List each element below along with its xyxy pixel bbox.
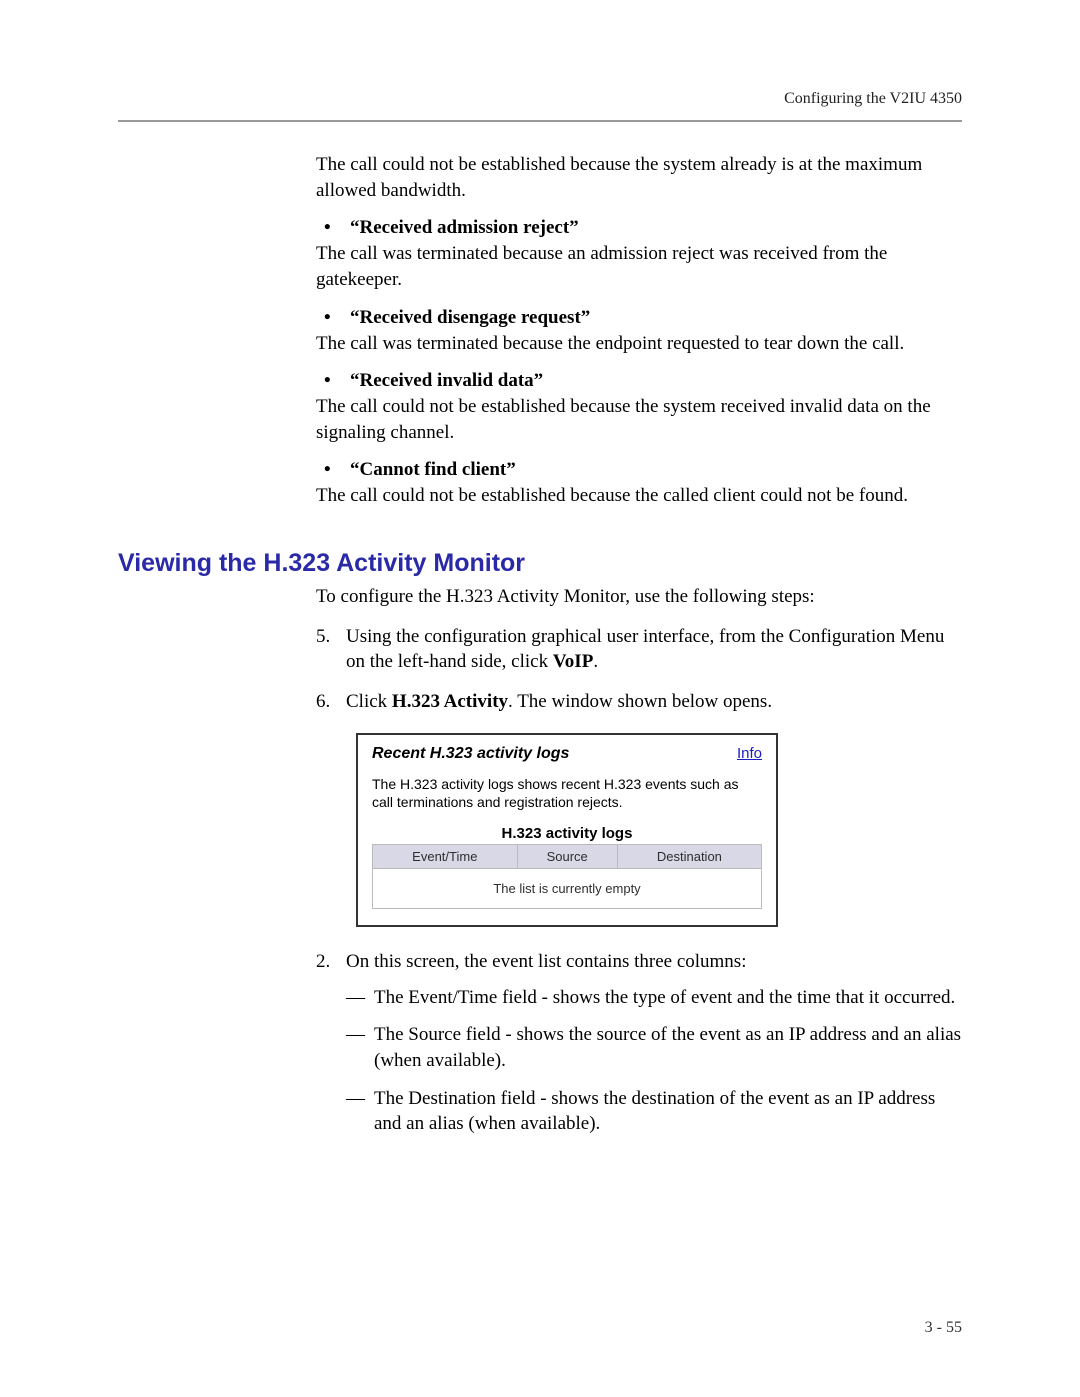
step-text-pre: Click [346, 691, 392, 712]
message-desc: The call could not be established becaus… [316, 394, 962, 445]
step-text-pre: Using the configuration graphical user i… [346, 626, 944, 673]
sub-item: The Event/Time field - shows the type of… [346, 985, 962, 1011]
step-item: On this screen, the event list contains … [316, 949, 962, 1137]
message-title: “Received admission reject” [350, 217, 579, 238]
section-heading: Viewing the H.323 Activity Monitor [118, 549, 962, 578]
sub-item: The Destination field - shows the destin… [346, 1086, 962, 1137]
step-item: Using the configuration graphical user i… [316, 624, 962, 675]
table-header-destination: Destination [617, 845, 761, 869]
document-page: Configuring the V2IU 4350 The call could… [0, 0, 1080, 1397]
message-desc: The call was terminated because an admis… [316, 241, 962, 292]
message-item: “Cannot find client” The call could not … [316, 459, 962, 509]
figure-table: Event/Time Source Destination The list i… [372, 844, 762, 909]
steps-list-top: Using the configuration graphical user i… [316, 624, 962, 715]
figure-h323-activity: Recent H.323 activity logs Info The H.32… [356, 733, 778, 927]
header-rule [118, 120, 962, 122]
message-desc: The call was terminated because the endp… [316, 331, 962, 357]
message-title: “Received disengage request” [350, 307, 590, 328]
step-text-post: . The window shown below opens. [508, 691, 772, 712]
running-head: Configuring the V2IU 4350 [118, 90, 962, 108]
step-item: Click H.323 Activity. The window shown b… [316, 689, 962, 715]
body-column: The call could not be established becaus… [316, 152, 962, 509]
message-item: “Received disengage request” The call wa… [316, 307, 962, 357]
section-intro: To configure the H.323 Activity Monitor,… [316, 584, 962, 610]
intro-paragraph: The call could not be established becaus… [316, 152, 962, 203]
message-item: “Received admission reject” The call was… [316, 217, 962, 292]
sub-item: The Source field - shows the source of t… [346, 1022, 962, 1073]
message-desc: The call could not be established becaus… [316, 483, 962, 509]
sub-list: The Event/Time field - shows the type of… [346, 985, 962, 1137]
section-body: To configure the H.323 Activity Monitor,… [316, 584, 962, 1137]
figure-header: Recent H.323 activity logs Info [372, 745, 762, 763]
figure-description: The H.323 activity logs shows recent H.3… [372, 775, 762, 811]
table-header-source: Source [517, 845, 617, 869]
step-text-post: . [593, 651, 598, 672]
table-header-row: Event/Time Source Destination [373, 845, 762, 869]
page-number: 3 - 55 [925, 1319, 962, 1337]
step-text-bold: H.323 Activity [392, 691, 508, 712]
message-list: “Received admission reject” The call was… [316, 217, 962, 509]
message-item: “Received invalid data” The call could n… [316, 370, 962, 445]
message-title: “Cannot find client” [350, 459, 516, 480]
table-row: The list is currently empty [373, 869, 762, 909]
figure-table-title: H.323 activity logs [372, 825, 762, 842]
table-empty-message: The list is currently empty [373, 869, 762, 909]
message-title: “Received invalid data” [350, 370, 543, 391]
figure-title: Recent H.323 activity logs [372, 745, 569, 763]
steps-list-bottom: On this screen, the event list contains … [316, 949, 962, 1137]
figure-info-link[interactable]: Info [737, 745, 762, 762]
table-header-event-time: Event/Time [373, 845, 518, 869]
step-text-bold: VoIP [553, 651, 593, 672]
step-text: On this screen, the event list contains … [346, 951, 746, 972]
figure-inner: Recent H.323 activity logs Info The H.32… [358, 735, 776, 925]
